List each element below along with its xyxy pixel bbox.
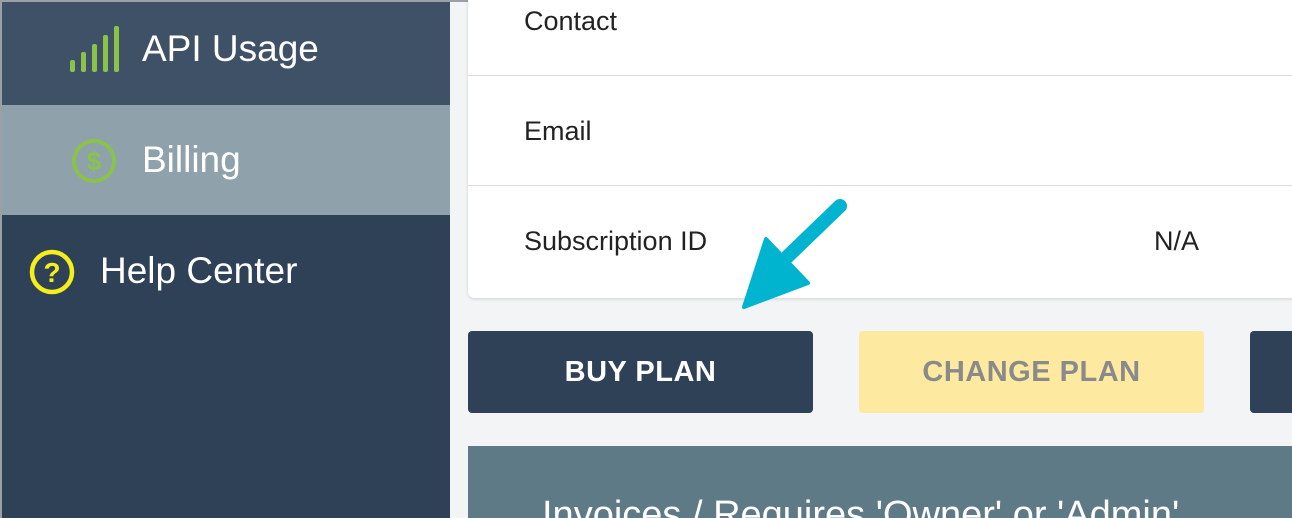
signal-bars-icon — [68, 24, 124, 74]
detail-value: N/A — [1154, 226, 1200, 256]
detail-label: Contact — [524, 6, 618, 36]
sidebar: API Usage $ Billing ? Help Center — [2, 2, 450, 518]
sidebar-item-label: Billing — [142, 139, 241, 180]
sidebar-item-api-usage[interactable]: API Usage — [2, 2, 450, 105]
sidebar-item-label: API Usage — [142, 28, 319, 69]
invoices-title: Invoices / Requires 'Owner' or 'Admin' — [542, 494, 1180, 518]
buy-plan-button[interactable]: BUY PLAN — [468, 331, 813, 413]
detail-label: Subscription ID — [524, 226, 708, 256]
detail-row-subscription-id: Subscription ID N/A — [468, 186, 1292, 296]
detail-row-contact: Contact — [468, 0, 1292, 76]
change-plan-button[interactable]: CHANGE PLAN — [859, 331, 1204, 413]
third-action-button[interactable] — [1250, 331, 1292, 413]
help-circle-icon: ? — [28, 248, 76, 296]
sidebar-item-label: Help Center — [100, 250, 298, 291]
detail-row-email: Email — [468, 76, 1292, 186]
svg-text:?: ? — [43, 257, 60, 288]
svg-text:$: $ — [87, 146, 102, 176]
dollar-circle-icon: $ — [70, 137, 118, 185]
sidebar-item-billing[interactable]: $ Billing — [2, 105, 450, 215]
subscription-details-card: Contact Email Subscription ID N/A — [468, 0, 1292, 298]
invoices-section-header: Invoices / Requires 'Owner' or 'Admin' — [468, 446, 1292, 518]
detail-label: Email — [524, 116, 592, 146]
sidebar-item-help-center[interactable]: ? Help Center — [2, 215, 450, 327]
billing-content: Contact Email Subscription ID N/A BUY PL… — [450, 0, 1292, 518]
